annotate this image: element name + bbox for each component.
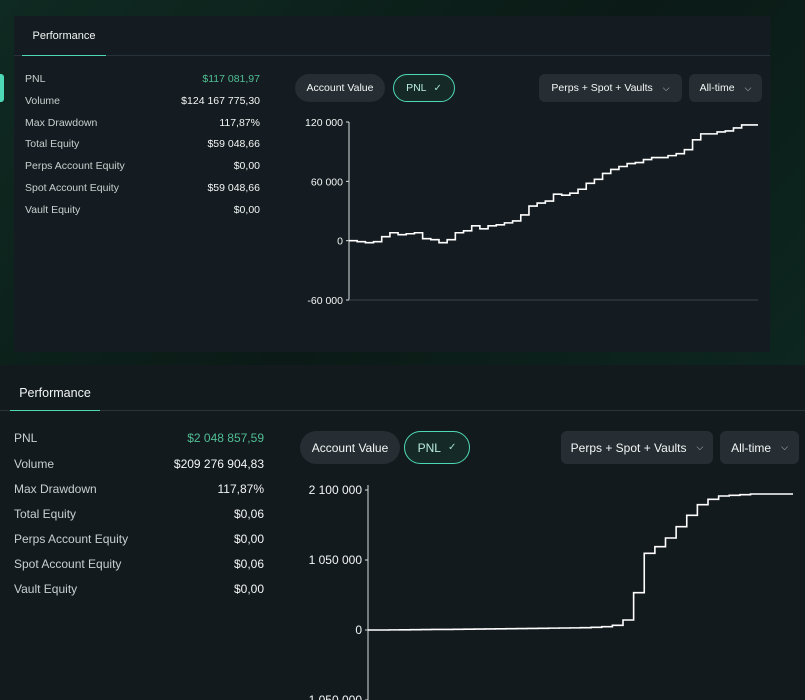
stat-row-perps-equity: Perps Account Equity $0,00 [25, 160, 260, 172]
stat-value: $0,00 [233, 532, 264, 546]
stat-row-volume: Volume $209 276 904,83 [14, 457, 264, 471]
stat-row-spot-equity: Spot Account Equity $59 048,66 [25, 182, 260, 194]
check-icon: ✓ [433, 82, 442, 94]
account-value-toggle[interactable]: Account Value [300, 431, 400, 464]
chevron-down-icon: ⌵ [744, 82, 752, 93]
stat-row-vault-equity: Vault Equity $0,00 [14, 582, 264, 596]
stat-value: $0,00 [233, 204, 260, 216]
stat-value: $209 276 904,83 [173, 457, 264, 471]
y-tick-label: 1 050 000 [309, 553, 363, 567]
y-tick-label: -60 000 [307, 295, 343, 307]
account-value-label: Account Value [311, 440, 389, 455]
pnl-chart: 120 000 60 000 0 -60 000 [305, 117, 758, 307]
stat-label: Max Drawdown [25, 117, 98, 129]
stat-row-pnl: PNL $2 048 857,59 [14, 431, 264, 445]
stat-row-max-drawdown: Max Drawdown 117,87% [25, 117, 260, 129]
range-label: All-time [699, 82, 735, 94]
y-tick-label: 120 000 [305, 117, 343, 129]
range-label: All-time [731, 440, 772, 455]
stat-value: $0,00 [233, 160, 260, 172]
stat-label: Vault Equity [25, 204, 81, 216]
chevron-down-icon: ⌵ [781, 442, 788, 452]
range-dropdown[interactable]: All-time ⌵ [689, 74, 762, 102]
chevron-down-icon: ⌵ [662, 82, 670, 93]
stat-label: Perps Account Equity [25, 160, 125, 172]
account-value-toggle[interactable]: Account Value [295, 74, 385, 102]
performance-panel-bottom: Performance PNL $2 048 857,59 Volume $20… [0, 365, 805, 700]
pnl-label: PNL [406, 82, 427, 94]
stat-value: 117,87% [219, 117, 260, 129]
stat-value: $0,00 [233, 582, 264, 596]
stat-value: $124 167 775,30 [181, 95, 260, 107]
pnl-toggle[interactable]: PNL ✓ [393, 74, 455, 102]
pnl-series-line [349, 124, 758, 244]
y-tick-label: 0 [355, 623, 362, 637]
stat-row-pnl: PNL $117 081,97 [25, 73, 260, 85]
stat-row-volume: Volume $124 167 775,30 [25, 95, 260, 107]
account-value-label: Account Value [306, 82, 374, 94]
stat-value: $2 048 857,59 [187, 431, 264, 445]
scope-dropdown[interactable]: Perps + Spot + Vaults ⌵ [561, 431, 713, 464]
stat-value: $0,06 [233, 507, 264, 521]
range-dropdown[interactable]: All-time ⌵ [720, 431, 799, 464]
stat-row-total-equity: Total Equity $59 048,66 [25, 138, 260, 150]
tab-bar: Performance [14, 16, 770, 56]
y-tick-label: 60 000 [311, 176, 343, 188]
tab-bar: Performance [0, 375, 805, 411]
tab-performance[interactable]: Performance [10, 376, 100, 411]
stat-label: Total Equity [25, 138, 80, 150]
check-icon: ✓ [447, 442, 457, 453]
pnl-chart: 2 100 000 1 050 000 0 -1 050 000 [305, 483, 793, 700]
pnl-series-line [368, 493, 793, 631]
stat-value: $0,06 [233, 557, 264, 571]
stat-label: PNL [14, 431, 38, 445]
scope-dropdown[interactable]: Perps + Spot + Vaults ⌵ [539, 74, 682, 102]
stat-row-vault-equity: Vault Equity $0,00 [25, 204, 260, 216]
stat-value: $59 048,66 [207, 138, 260, 150]
stat-row-max-drawdown: Max Drawdown 117,87% [14, 482, 264, 496]
scope-label: Perps + Spot + Vaults [570, 440, 687, 455]
stat-value: 117,87% [217, 482, 264, 496]
sidebar-active-indicator [0, 74, 4, 102]
stat-label: PNL [25, 73, 46, 85]
y-tick-label: -1 050 000 [305, 693, 363, 700]
stat-label: Perps Account Equity [14, 532, 129, 546]
tab-performance[interactable]: Performance [22, 17, 106, 56]
scope-label: Perps + Spot + Vaults [551, 82, 653, 94]
performance-panel-top: Performance PNL $117 081,97 Volume $124 … [14, 16, 770, 352]
stat-value: $117 081,97 [202, 73, 260, 85]
stat-row-total-equity: Total Equity $0,06 [14, 507, 264, 521]
stat-label: Total Equity [14, 507, 77, 521]
stat-label: Max Drawdown [14, 482, 97, 496]
stat-value: $59 048,66 [207, 182, 260, 194]
pnl-label: PNL [417, 440, 441, 455]
pnl-toggle[interactable]: PNL ✓ [404, 431, 470, 464]
stat-label: Vault Equity [14, 582, 78, 596]
stat-label: Spot Account Equity [14, 557, 122, 571]
stat-row-perps-equity: Perps Account Equity $0,00 [14, 532, 264, 546]
stat-label: Volume [25, 95, 61, 107]
chevron-down-icon: ⌵ [696, 442, 704, 452]
stat-row-spot-equity: Spot Account Equity $0,06 [14, 557, 264, 571]
y-tick-label: 0 [337, 236, 343, 248]
stat-label: Volume [14, 457, 55, 471]
y-tick-label: 2 100 000 [309, 483, 363, 497]
stat-label: Spot Account Equity [25, 182, 119, 194]
